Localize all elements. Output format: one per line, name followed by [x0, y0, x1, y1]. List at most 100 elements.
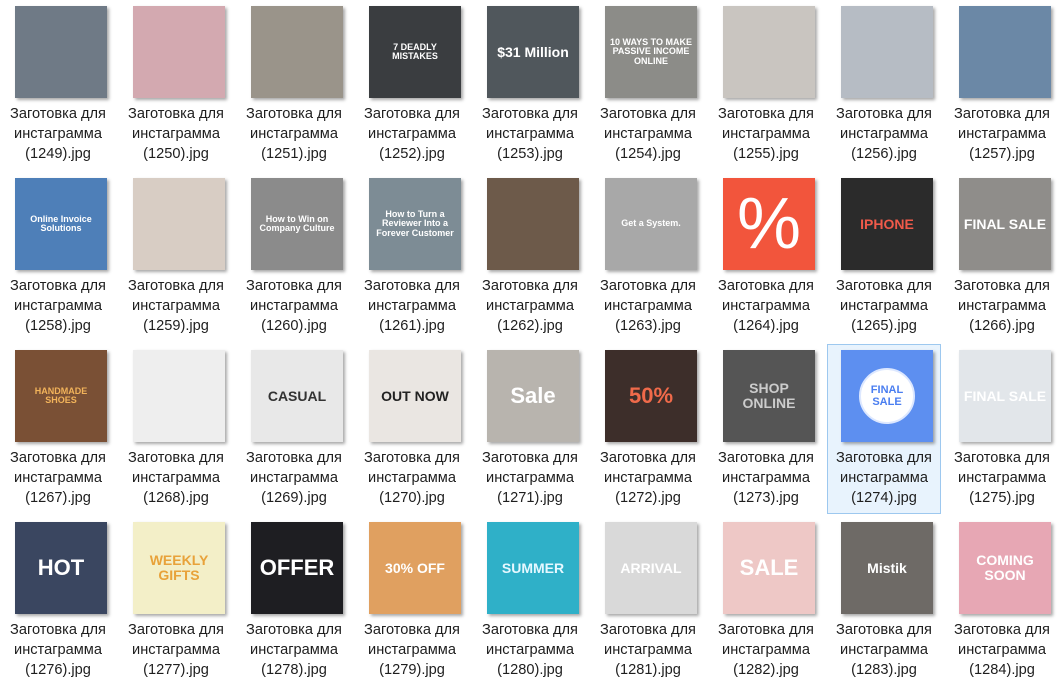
thumbnail-text: [491, 178, 575, 270]
file-thumbnail[interactable]: [841, 6, 933, 98]
file-name-line: (1269).jpg: [261, 490, 327, 506]
file-thumbnail[interactable]: How to Turn a Reviewer Into a Forever Cu…: [369, 178, 461, 270]
file-thumbnail[interactable]: $31 Million: [487, 6, 579, 98]
file-thumbnail[interactable]: 10 WAYS TO MAKE PASSIVE INCOME ONLINE: [605, 6, 697, 98]
file-item[interactable]: How to Win on Company Culture Заготовка д…: [237, 172, 351, 342]
file-item[interactable]: IPHONE Заготовка для инстаграмма (1265).jpg: [827, 172, 941, 342]
file-item[interactable]: Заготовка для инстаграмма (1255).jpg: [709, 0, 823, 170]
file-item[interactable]: Заготовка для инстаграмма (1262).jpg: [473, 172, 587, 342]
file-item[interactable]: OUT NOW Заготовка для инстаграмма (1270).jp…: [355, 344, 469, 514]
file-name-line: Заготовка для: [482, 622, 578, 638]
file-item[interactable]: Заготовка для инстаграмма (1257).jpg: [945, 0, 1057, 170]
file-item[interactable]: SHOP ONLINE Заготовка для инстаграмма (1273…: [709, 344, 823, 514]
file-thumbnail[interactable]: HOT: [15, 522, 107, 614]
file-thumbnail[interactable]: IPHONE: [841, 178, 933, 270]
file-thumbnail[interactable]: FINAL SALE: [841, 350, 933, 442]
file-thumbnail[interactable]: %: [723, 178, 815, 270]
file-name: Заготовка для инстаграмма (1250).jpg: [120, 104, 232, 164]
file-name-line: (1281).jpg: [615, 662, 681, 678]
file-thumbnail[interactable]: OUT NOW: [369, 350, 461, 442]
file-thumbnail[interactable]: WEEKLY GIFTS: [133, 522, 225, 614]
file-name-line: инстаграмма: [486, 470, 574, 486]
file-item[interactable]: Online Invoice Solutions Заготовка для инс…: [1, 172, 115, 342]
file-item[interactable]: SALE Заготовка для инстаграмма (1282).jpg: [709, 516, 823, 686]
file-item[interactable]: CASUAL Заготовка для инстаграмма (1269).jpg: [237, 344, 351, 514]
file-thumbnail[interactable]: 30% OFF: [369, 522, 461, 614]
file-item[interactable]: OFFER Заготовка для инстаграмма (1278).jpg: [237, 516, 351, 686]
file-name: Заготовка для инстаграмма (1273).jpg: [710, 448, 822, 508]
file-name-line: инстаграмма: [250, 470, 338, 486]
file-thumbnail[interactable]: FINAL SALE: [959, 178, 1051, 270]
file-item[interactable]: Заготовка для инстаграмма (1249).jpg: [1, 0, 115, 170]
file-name-line: инстаграмма: [604, 470, 692, 486]
file-item[interactable]: 30% OFF Заготовка для инстаграмма (1279).jp…: [355, 516, 469, 686]
file-item[interactable]: Mistik Заготовка для инстаграмма (1283).jpg: [827, 516, 941, 686]
file-name-line: (1282).jpg: [733, 662, 799, 678]
file-item[interactable]: Заготовка для инстаграмма (1259).jpg: [119, 172, 233, 342]
file-thumbnail[interactable]: CASUAL: [251, 350, 343, 442]
file-name: Заготовка для инстаграмма (1258).jpg: [2, 276, 114, 336]
file-thumbnail[interactable]: [487, 178, 579, 270]
file-thumbnail[interactable]: How to Win on Company Culture: [251, 178, 343, 270]
file-item[interactable]: SUMMER Заготовка для инстаграмма (1280).jpg: [473, 516, 587, 686]
file-thumbnail[interactable]: [251, 6, 343, 98]
file-name-line: (1280).jpg: [497, 662, 563, 678]
file-name-line: (1252).jpg: [379, 146, 445, 162]
file-item[interactable]: ARRIVAL Заготовка для инстаграмма (1281).jp…: [591, 516, 705, 686]
file-item[interactable]: How to Turn a Reviewer Into a Forever Cu…: [355, 172, 469, 342]
file-name: Заготовка для инстаграмма (1261).jpg: [356, 276, 468, 336]
file-thumbnail[interactable]: [133, 350, 225, 442]
file-item[interactable]: FINAL SALE Заготовка для инстаграмма (1274)…: [827, 344, 941, 514]
file-thumbnail[interactable]: Sale: [487, 350, 579, 442]
file-item[interactable]: Заготовка для инстаграмма (1251).jpg: [237, 0, 351, 170]
file-name-line: Заготовка для: [600, 450, 696, 466]
file-thumbnail[interactable]: SALE: [723, 522, 815, 614]
file-name: Заготовка для инстаграмма (1278).jpg: [238, 620, 350, 680]
file-item[interactable]: HANDMADE SHOES Заготовка для инстаграмма (1…: [1, 344, 115, 514]
file-thumbnail[interactable]: Mistik: [841, 522, 933, 614]
file-name: Заготовка для инстаграмма (1277).jpg: [120, 620, 232, 680]
file-item[interactable]: 10 WAYS TO MAKE PASSIVE INCOME ONLINE Заг…: [591, 0, 705, 170]
file-thumbnail[interactable]: ARRIVAL: [605, 522, 697, 614]
file-thumbnail[interactable]: Online Invoice Solutions: [15, 178, 107, 270]
file-thumbnail[interactable]: SHOP ONLINE: [723, 350, 815, 442]
file-name-line: Заготовка для: [364, 450, 460, 466]
file-thumbnail[interactable]: Get a System.: [605, 178, 697, 270]
file-item[interactable]: Заготовка для инстаграмма (1256).jpg: [827, 0, 941, 170]
file-item[interactable]: Sale Заготовка для инстаграмма (1271).jpg: [473, 344, 587, 514]
file-item[interactable]: 7 DEADLY MISTAKES Заготовка для инстаграмм…: [355, 0, 469, 170]
file-thumbnail[interactable]: [15, 6, 107, 98]
file-item[interactable]: Заготовка для инстаграмма (1250).jpg: [119, 0, 233, 170]
thumbnail-text: 7 DEADLY MISTAKES: [392, 41, 438, 61]
file-name-line: инстаграмма: [486, 298, 574, 314]
file-name-line: Заготовка для: [954, 622, 1050, 638]
file-thumbnail[interactable]: [959, 6, 1051, 98]
file-item[interactable]: FINAL SALE Заготовка для инстаграмма (1266)…: [945, 172, 1057, 342]
file-item[interactable]: COMING SOON Заготовка для инстаграмма (1284…: [945, 516, 1057, 686]
file-name-line: (1283).jpg: [851, 662, 917, 678]
file-item[interactable]: $31 Million Заготовка для инстаграмма (1253…: [473, 0, 587, 170]
file-thumbnail[interactable]: COMING SOON: [959, 522, 1051, 614]
file-item[interactable]: Get a System. Заготовка для инстаграмма (12…: [591, 172, 705, 342]
file-thumbnail[interactable]: [133, 6, 225, 98]
file-thumbnail[interactable]: HANDMADE SHOES: [15, 350, 107, 442]
file-thumbnail[interactable]: SUMMER: [487, 522, 579, 614]
file-item[interactable]: WEEKLY GIFTS Заготовка для инстаграмма (127…: [119, 516, 233, 686]
thumbnail-text: COMING SOON: [976, 552, 1034, 583]
file-thumbnail[interactable]: [133, 178, 225, 270]
file-name: Заготовка для инстаграмма (1256).jpg: [828, 104, 940, 164]
file-thumbnail[interactable]: OFFER: [251, 522, 343, 614]
file-name-line: Заготовка для: [364, 106, 460, 122]
file-thumbnail[interactable]: [723, 6, 815, 98]
file-name-line: (1267).jpg: [25, 490, 91, 506]
file-thumbnail[interactable]: 50%: [605, 350, 697, 442]
file-thumbnail[interactable]: FINAL SALE: [959, 350, 1051, 442]
file-item[interactable]: % Заготовка для инстаграмма (1264).jpg: [709, 172, 823, 342]
file-name-line: инстаграмма: [840, 298, 928, 314]
file-name-line: (1262).jpg: [497, 318, 563, 334]
file-thumbnail[interactable]: 7 DEADLY MISTAKES: [369, 6, 461, 98]
file-item[interactable]: FINAL SALE Заготовка для инстаграмма (1275)…: [945, 344, 1057, 514]
file-item[interactable]: HOT Заготовка для инстаграмма (1276).jpg: [1, 516, 115, 686]
file-item[interactable]: 50% Заготовка для инстаграмма (1272).jpg: [591, 344, 705, 514]
file-item[interactable]: Заготовка для инстаграмма (1268).jpg: [119, 344, 233, 514]
